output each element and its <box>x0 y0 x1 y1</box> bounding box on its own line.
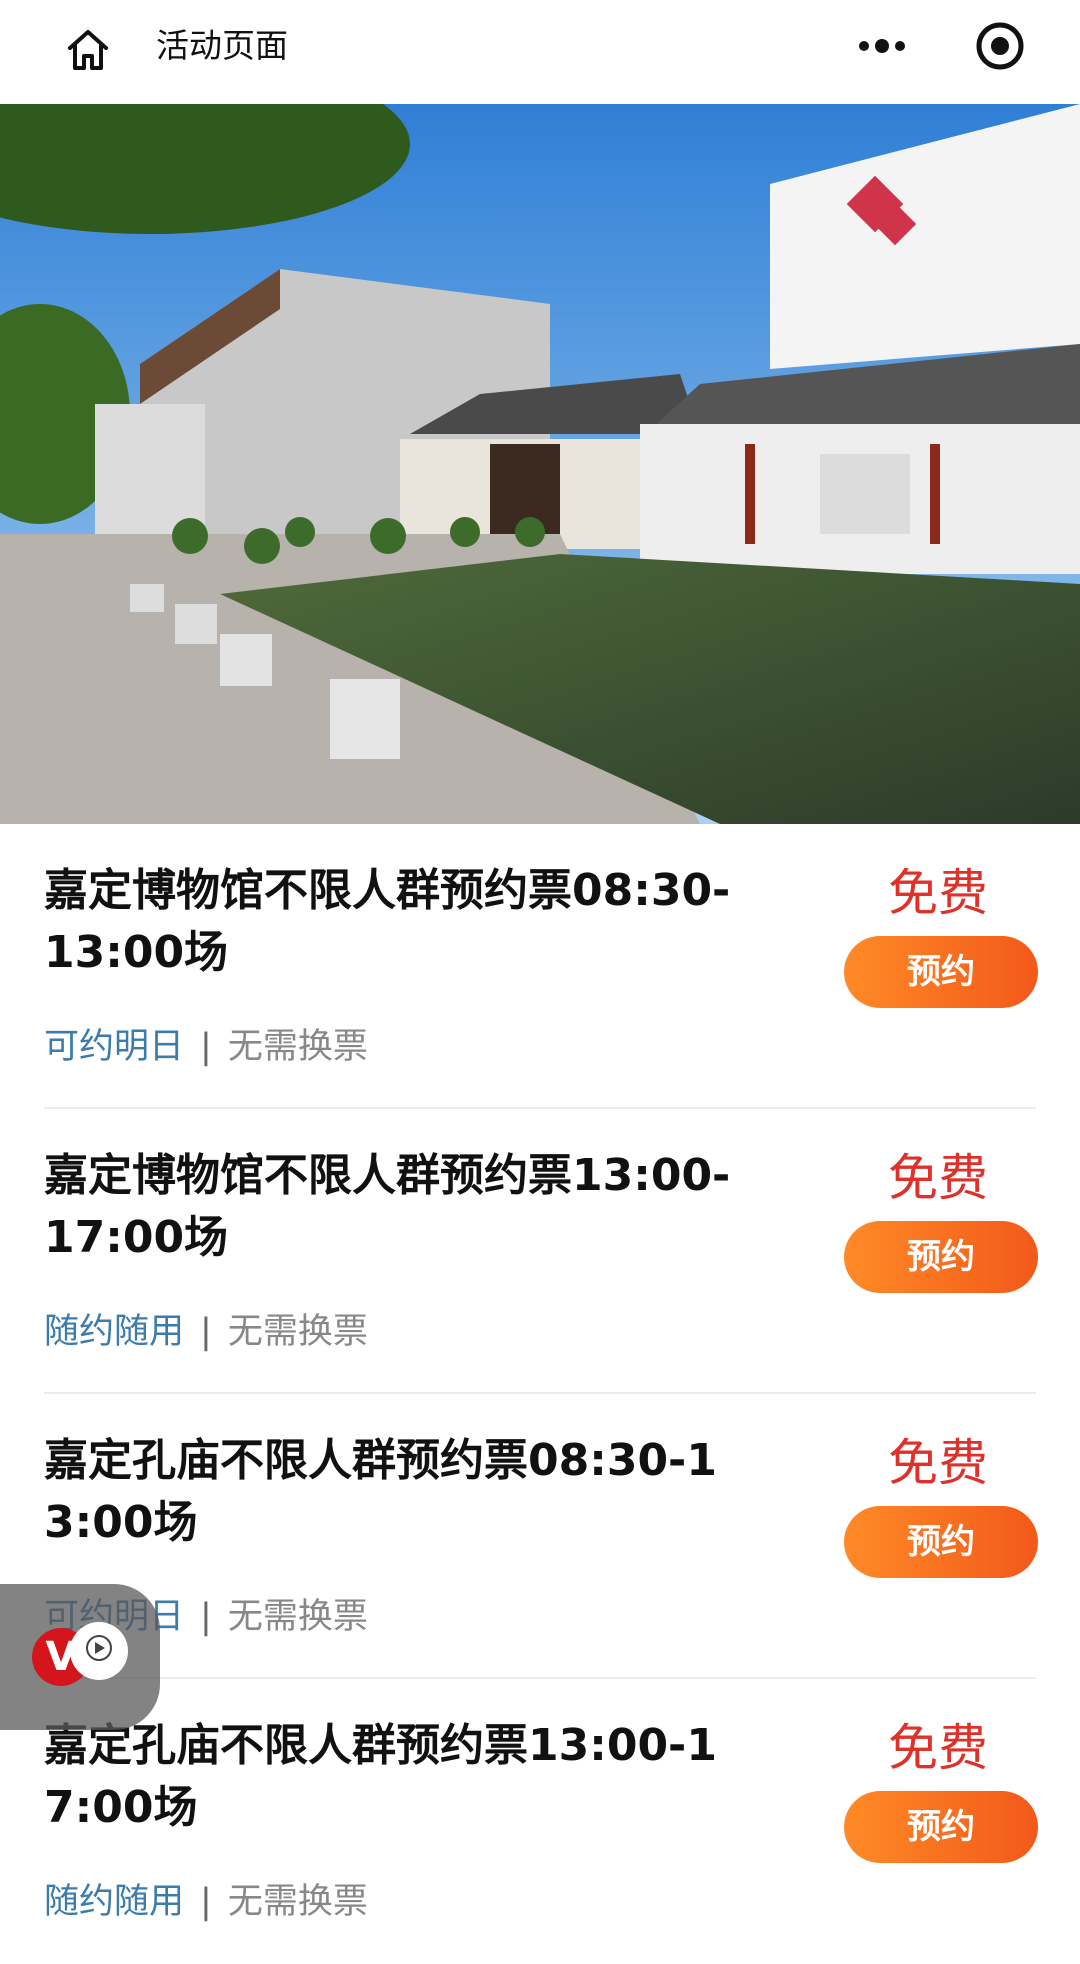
top-bar: 活动页面 <box>0 0 1080 104</box>
hero-image <box>0 104 1080 824</box>
more-button[interactable] <box>850 22 914 70</box>
ticket-title: 嘉定博物馆不限人群预约票08:30-13:00场 <box>44 865 731 978</box>
tag-separator: | <box>200 1597 212 1637</box>
price-label: 免费 <box>888 1719 988 1777</box>
tag-separator: | <box>200 1027 212 1067</box>
record-target-icon <box>976 22 1024 70</box>
record-button[interactable] <box>974 20 1026 72</box>
more-dots-icon <box>859 39 905 53</box>
book-button[interactable]: 预约 <box>844 936 1038 1008</box>
exchange-tag: 无需换票 <box>227 1312 368 1352</box>
book-button[interactable]: 预约 <box>844 1506 1038 1578</box>
book-button[interactable]: 预约 <box>844 1221 1038 1293</box>
tag-separator: | <box>200 1312 212 1352</box>
ticket-tags: 随约随用 | 无需换票 <box>44 1877 368 1927</box>
list-item: 嘉定孔庙不限人群预约票13:00-17:00场 随约随用 | 无需换票 免费 预… <box>0 1679 1080 1964</box>
floating-video-widget[interactable]: V <box>0 1584 160 1730</box>
list-item: 嘉定博物馆不限人群预约票08:30-13:00场 可约明日 | 无需换票 免费 … <box>0 824 1080 1109</box>
list-item: 嘉定孔庙不限人群预约票08:30-13:00场 可约明日 | 无需换票 免费 预… <box>0 1394 1080 1679</box>
price-label: 免费 <box>888 1149 988 1207</box>
home-button[interactable] <box>56 18 120 82</box>
home-icon <box>68 30 108 70</box>
ticket-title: 嘉定博物馆不限人群预约票13:00-17:00场 <box>44 1150 731 1263</box>
availability-tag: 可约明日 <box>44 1027 185 1067</box>
price-label: 免费 <box>888 1434 988 1492</box>
price-label: 免费 <box>888 864 988 922</box>
list-item: 嘉定博物馆不限人群预约票13:00-17:00场 随约随用 | 无需换票 免费 … <box>0 1109 1080 1394</box>
ticket-tags: 可约明日 | 无需换票 <box>44 1022 368 1072</box>
availability-tag: 随约随用 <box>44 1312 185 1352</box>
ticket-title: 嘉定孔庙不限人群预约票08:30-13:00场 <box>44 1435 717 1548</box>
book-button[interactable]: 预约 <box>844 1791 1038 1863</box>
page-title: 活动页面 <box>156 26 288 65</box>
availability-tag: 随约随用 <box>44 1882 185 1922</box>
play-icon <box>70 1622 128 1680</box>
exchange-tag: 无需换票 <box>227 1027 368 1067</box>
tag-separator: | <box>200 1882 212 1922</box>
exchange-tag: 无需换票 <box>227 1882 368 1922</box>
ticket-tags: 随约随用 | 无需换票 <box>44 1307 368 1357</box>
exchange-tag: 无需换票 <box>227 1597 368 1637</box>
ticket-title: 嘉定孔庙不限人群预约票13:00-17:00场 <box>44 1720 717 1833</box>
